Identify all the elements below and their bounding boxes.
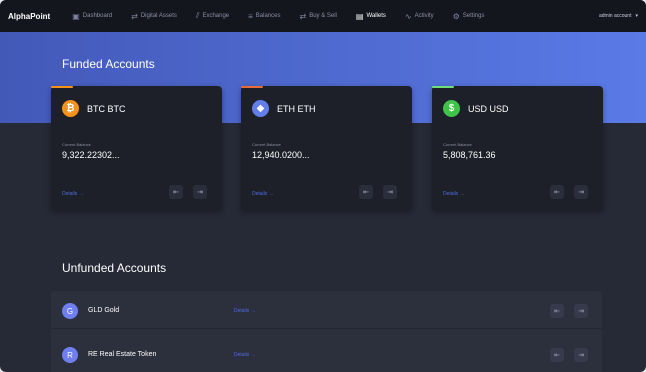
nav-item-label: Settings <box>462 13 485 19</box>
funded-accounts-title: Funded Accounts <box>62 57 155 71</box>
receive-icon[interactable]: ⇥ <box>193 185 207 199</box>
app-window: AlphaPoint ▣ Dashboard ⇄ Digital Assets … <box>0 0 646 372</box>
asset-name: GLD Gold <box>88 307 120 314</box>
details-link[interactable]: Details → <box>234 308 256 314</box>
receive-icon[interactable]: ⇥ <box>574 304 588 318</box>
chart-icon: ⫽ <box>195 11 200 20</box>
nav-item-balances[interactable]: ≡ Balances <box>248 12 280 21</box>
asset-name: RE Real Estate Token <box>88 351 157 358</box>
nav-item-label: Buy & Sell <box>309 13 337 19</box>
balance-value: 5,808,761.36 <box>443 150 496 160</box>
account-card-eth: ◆ ETH ETH Current Balance 12,940.0200...… <box>241 86 412 210</box>
details-link[interactable]: Details → <box>62 191 84 197</box>
card-asset-name: USD USD <box>468 104 509 114</box>
nav-item-label: Dashboard <box>82 13 113 19</box>
nav-item-label: Digital Assets <box>140 13 177 19</box>
card-accent-strip <box>51 86 73 88</box>
gear-icon: ⚙ <box>452 11 460 21</box>
top-navigation: AlphaPoint ▣ Dashboard ⇄ Digital Assets … <box>0 0 646 32</box>
withdraw-icon[interactable]: ⇥ <box>574 185 588 199</box>
nav-item-buy-sell[interactable]: ⇄ Buy & Sell <box>299 12 336 21</box>
balance-label: Current Balance <box>252 142 281 147</box>
brand-logo[interactable]: AlphaPoint <box>8 12 50 21</box>
card-asset-name: BTC BTC <box>87 104 126 114</box>
account-card-btc: ₿ BTC BTC Current Balance 9,322.22302...… <box>51 86 222 210</box>
list-icon: ≡ <box>248 11 253 21</box>
receive-icon[interactable]: ⇥ <box>383 185 397 199</box>
account-menu[interactable]: admin account ▾ <box>599 13 638 19</box>
nav-item-activity[interactable]: ∿ Activity <box>405 12 434 21</box>
send-icon[interactable]: ⇤ <box>550 304 564 318</box>
chevron-down-icon: ▾ <box>635 13 638 19</box>
balance-value: 12,940.0200... <box>252 150 310 160</box>
wallet-icon: ▤ <box>355 11 364 21</box>
nav-item-label: Wallets <box>366 13 386 19</box>
nav-item-label: Exchange <box>202 13 230 19</box>
card-accent-strip <box>241 86 263 88</box>
transfer-icon: ⇄ <box>131 11 138 21</box>
balance-label: Current Balance <box>443 142 472 147</box>
nav-item-label: Balances <box>255 13 281 19</box>
asset-avatar: G <box>62 303 78 319</box>
account-name: admin account <box>598 13 632 19</box>
details-link[interactable]: Details → <box>234 352 256 358</box>
btc-coin-icon: ₿ <box>62 100 79 117</box>
nav-item-dashboard[interactable]: ▣ Dashboard <box>72 12 112 21</box>
usd-coin-icon: $ <box>443 100 460 117</box>
account-card-usd: $ USD USD Current Balance 5,808,761.36 D… <box>432 86 603 210</box>
unfunded-accounts-title: Unfunded Accounts <box>62 261 167 275</box>
send-icon[interactable]: ⇤ <box>359 185 373 199</box>
details-link[interactable]: Details → <box>252 191 274 197</box>
deposit-icon[interactable]: ⇤ <box>550 185 564 199</box>
nav-item-settings[interactable]: ⚙ Settings <box>453 12 485 21</box>
eth-coin-icon: ◆ <box>252 100 269 117</box>
send-icon[interactable]: ⇤ <box>550 348 564 362</box>
balance-value: 9,322.22302... <box>62 150 120 160</box>
nav-item-digital-assets[interactable]: ⇄ Digital Assets <box>131 12 177 21</box>
card-asset-name: ETH ETH <box>277 104 316 114</box>
card-accent-strip <box>432 86 454 88</box>
dashboard-icon: ▣ <box>72 11 80 21</box>
send-icon[interactable]: ⇤ <box>169 185 183 199</box>
activity-icon: ∿ <box>404 11 412 21</box>
details-link[interactable]: Details → <box>443 191 465 197</box>
balance-label: Current Balance <box>62 142 91 147</box>
receive-icon[interactable]: ⇥ <box>574 348 588 362</box>
nav-item-exchange[interactable]: ⫽ Exchange <box>196 11 229 21</box>
swap-icon: ⇄ <box>299 11 307 21</box>
nav-item-label: Activity <box>414 13 434 19</box>
unfunded-accounts-list: G GLD Gold Details → ⇤ ⇥ R RE Real Estat… <box>51 291 602 372</box>
list-item[interactable]: R RE Real Estate Token Details → ⇤ ⇥ <box>51 337 602 372</box>
asset-avatar: R <box>62 347 78 363</box>
list-item[interactable]: G GLD Gold Details → ⇤ ⇥ <box>51 293 602 329</box>
nav-item-wallets[interactable]: ▤ Wallets <box>356 12 386 21</box>
